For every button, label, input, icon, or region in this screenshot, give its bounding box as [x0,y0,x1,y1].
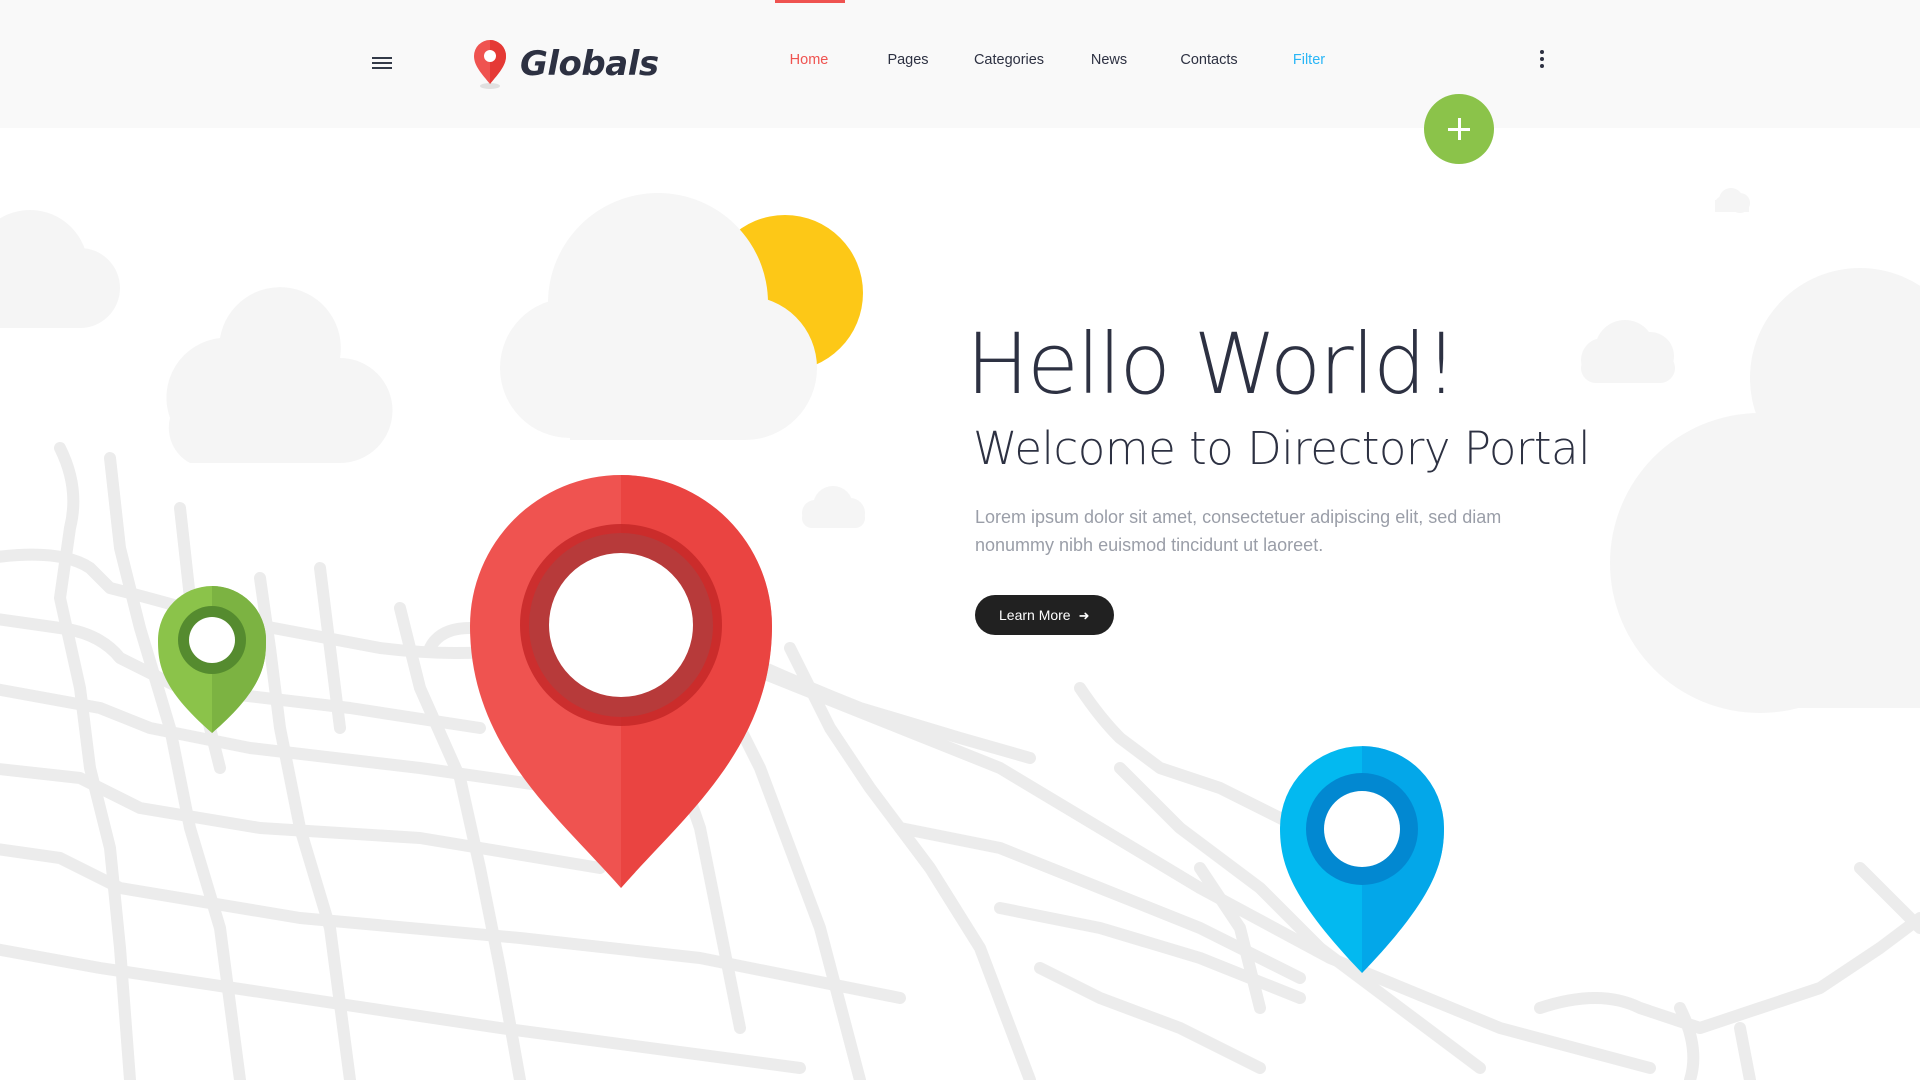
hamburger-icon [372,57,392,59]
hero-subtitle: Welcome to Directory Portal [973,422,1591,475]
logo-pin-icon [474,40,506,89]
hero-illustration [0,188,1920,1080]
logo[interactable]: Globals [470,36,659,92]
learn-more-button[interactable]: Learn More ➜ [975,595,1114,635]
clouds [0,210,393,463]
hero-description: Lorem ipsum dolor sit amet, consectetuer… [975,507,1502,555]
green-location-pin-icon [158,586,266,733]
red-location-pin-icon [470,475,772,888]
hamburger-menu-button[interactable] [372,54,396,74]
vertical-dots-icon [1540,50,1544,54]
nav-active-indicator [775,0,845,3]
logo-text: Globals [520,44,659,84]
nav-contacts[interactable]: Contacts [1180,52,1237,68]
learn-more-label: Learn More [999,607,1071,623]
nav-categories[interactable]: Categories [974,52,1044,68]
nav-news[interactable]: News [1091,52,1127,68]
nav-pages[interactable]: Pages [887,52,928,68]
top-navbar: Globals Home Pages Categories News Conta… [0,0,1920,128]
more-options-button[interactable] [1536,50,1548,74]
nav-home[interactable]: Home [790,52,829,68]
add-listing-button[interactable] [1424,94,1494,164]
nav-filter[interactable]: Filter [1293,52,1325,68]
page: Globals Home Pages Categories News Conta… [0,0,1920,1080]
hero-title: Hello World! [966,315,1458,413]
arrow-right-icon: ➜ [1078,608,1090,623]
